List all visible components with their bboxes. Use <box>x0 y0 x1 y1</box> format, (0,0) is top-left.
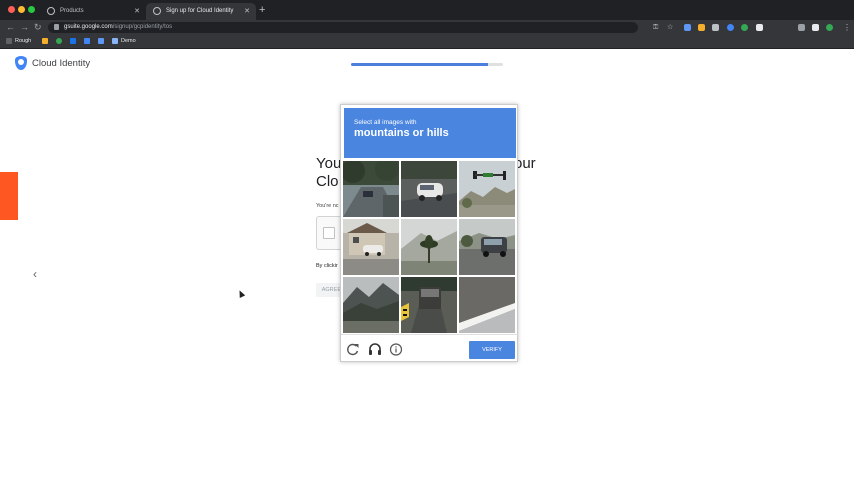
extension-icon[interactable] <box>741 24 748 31</box>
extension-icon[interactable] <box>756 24 763 31</box>
image-tile[interactable] <box>401 161 457 217</box>
minimize-window-button[interactable] <box>18 6 25 13</box>
headphones-icon[interactable] <box>366 335 384 364</box>
browser-window: Products ✕ Sign up for Cloud Identity ✕ … <box>0 0 854 480</box>
chevron-left-icon[interactable]: ‹ <box>33 267 37 281</box>
reload-icon[interactable]: ↻ <box>34 20 42 35</box>
bookmark-icon <box>98 37 104 44</box>
verify-button[interactable]: VERIFY <box>469 341 515 359</box>
challenge-footer: VERIFY <box>341 334 519 363</box>
extension-icon[interactable] <box>684 24 691 31</box>
image-tile[interactable] <box>343 161 399 217</box>
bookmark-demo[interactable]: Demo <box>112 35 136 48</box>
bookmarks-bar: Rough Demo <box>0 35 854 49</box>
key-icon[interactable]: ⚿ <box>653 22 658 33</box>
extension-icon[interactable] <box>727 24 734 31</box>
mouse-cursor <box>236 289 246 298</box>
image-tile[interactable] <box>459 277 515 333</box>
challenge-instruction: Select all images with <box>354 119 417 126</box>
cloud-identity-logo: Cloud Identity <box>15 56 90 70</box>
extension-icon[interactable] <box>698 24 705 31</box>
maximize-window-button[interactable] <box>28 6 35 13</box>
tab-products[interactable]: Products ✕ <box>40 3 146 20</box>
star-icon[interactable]: ☆ <box>667 22 673 33</box>
folder-icon <box>112 37 118 44</box>
image-tile[interactable] <box>459 219 515 275</box>
cast-icon[interactable] <box>798 24 805 31</box>
image-grid <box>343 161 516 333</box>
bookmark[interactable] <box>70 35 79 48</box>
bookmark[interactable] <box>42 35 51 48</box>
bookmark-rough[interactable]: Rough <box>6 35 31 48</box>
bookmark[interactable] <box>56 35 65 48</box>
page-subtitle: You're nc <box>316 203 339 209</box>
tab-title: Sign up for Cloud Identity <box>166 8 234 14</box>
feedback-tab[interactable] <box>0 172 18 220</box>
menu-icon[interactable]: ⋮ <box>843 20 851 35</box>
recaptcha-challenge: Select all images with mountains or hill… <box>340 104 519 363</box>
recaptcha-checkbox[interactable] <box>323 227 335 239</box>
back-arrow-icon[interactable]: ← <box>6 20 15 35</box>
close-window-button[interactable] <box>8 6 15 13</box>
image-tile[interactable] <box>401 219 457 275</box>
close-icon[interactable]: ✕ <box>134 3 140 20</box>
shield-icon <box>47 7 55 15</box>
bookmark-icon <box>56 37 62 44</box>
terms-text: By clickir <box>316 263 338 269</box>
reload-icon[interactable] <box>344 335 362 364</box>
logo-text: Cloud Identity <box>32 57 91 69</box>
new-tab-button[interactable]: + <box>259 2 265 19</box>
image-tile[interactable] <box>343 277 399 333</box>
challenge-header: Select all images with mountains or hill… <box>344 108 516 158</box>
bookmark[interactable] <box>98 35 107 48</box>
extension-icon[interactable] <box>712 24 719 31</box>
image-tile[interactable] <box>343 219 399 275</box>
bookmark[interactable] <box>84 35 93 48</box>
forward-arrow-icon[interactable]: → <box>20 20 29 35</box>
google-icon <box>153 7 161 15</box>
close-icon[interactable]: ✕ <box>244 3 250 20</box>
url-text: gsuite.google.com/signup/gcpidentity/tos <box>64 24 173 30</box>
folder-icon <box>6 37 12 44</box>
signup-progress-bar <box>351 63 503 66</box>
lock-icon <box>54 24 59 30</box>
image-tile[interactable] <box>459 161 515 217</box>
signup-progress-fill <box>351 63 488 66</box>
tab-cloud-identity-signup[interactable]: Sign up for Cloud Identity ✕ <box>146 3 256 20</box>
cloud-identity-icon <box>15 56 27 70</box>
bookmark-icon <box>70 37 76 44</box>
puzzle-icon[interactable] <box>812 24 819 31</box>
page-title: You Clo <box>316 155 342 190</box>
address-bar[interactable]: gsuite.google.com/signup/gcpidentity/tos… <box>48 22 673 33</box>
info-icon[interactable] <box>387 335 405 364</box>
browser-toolbar: ← → ↻ gsuite.google.com/signup/gcpidenti… <box>0 20 854 35</box>
signup-page: Cloud Identity ‹ You Clo our You're nc B… <box>0 49 854 480</box>
challenge-target: mountains or hills <box>354 127 449 139</box>
tab-strip: Products ✕ Sign up for Cloud Identity ✕ … <box>0 0 854 20</box>
image-tile[interactable] <box>401 277 457 333</box>
avatar[interactable] <box>826 24 833 31</box>
agree-button[interactable]: AGREE <box>316 283 341 297</box>
bookmark-icon <box>84 37 90 44</box>
bookmark-icon <box>42 37 48 44</box>
tab-title: Products <box>60 8 84 14</box>
